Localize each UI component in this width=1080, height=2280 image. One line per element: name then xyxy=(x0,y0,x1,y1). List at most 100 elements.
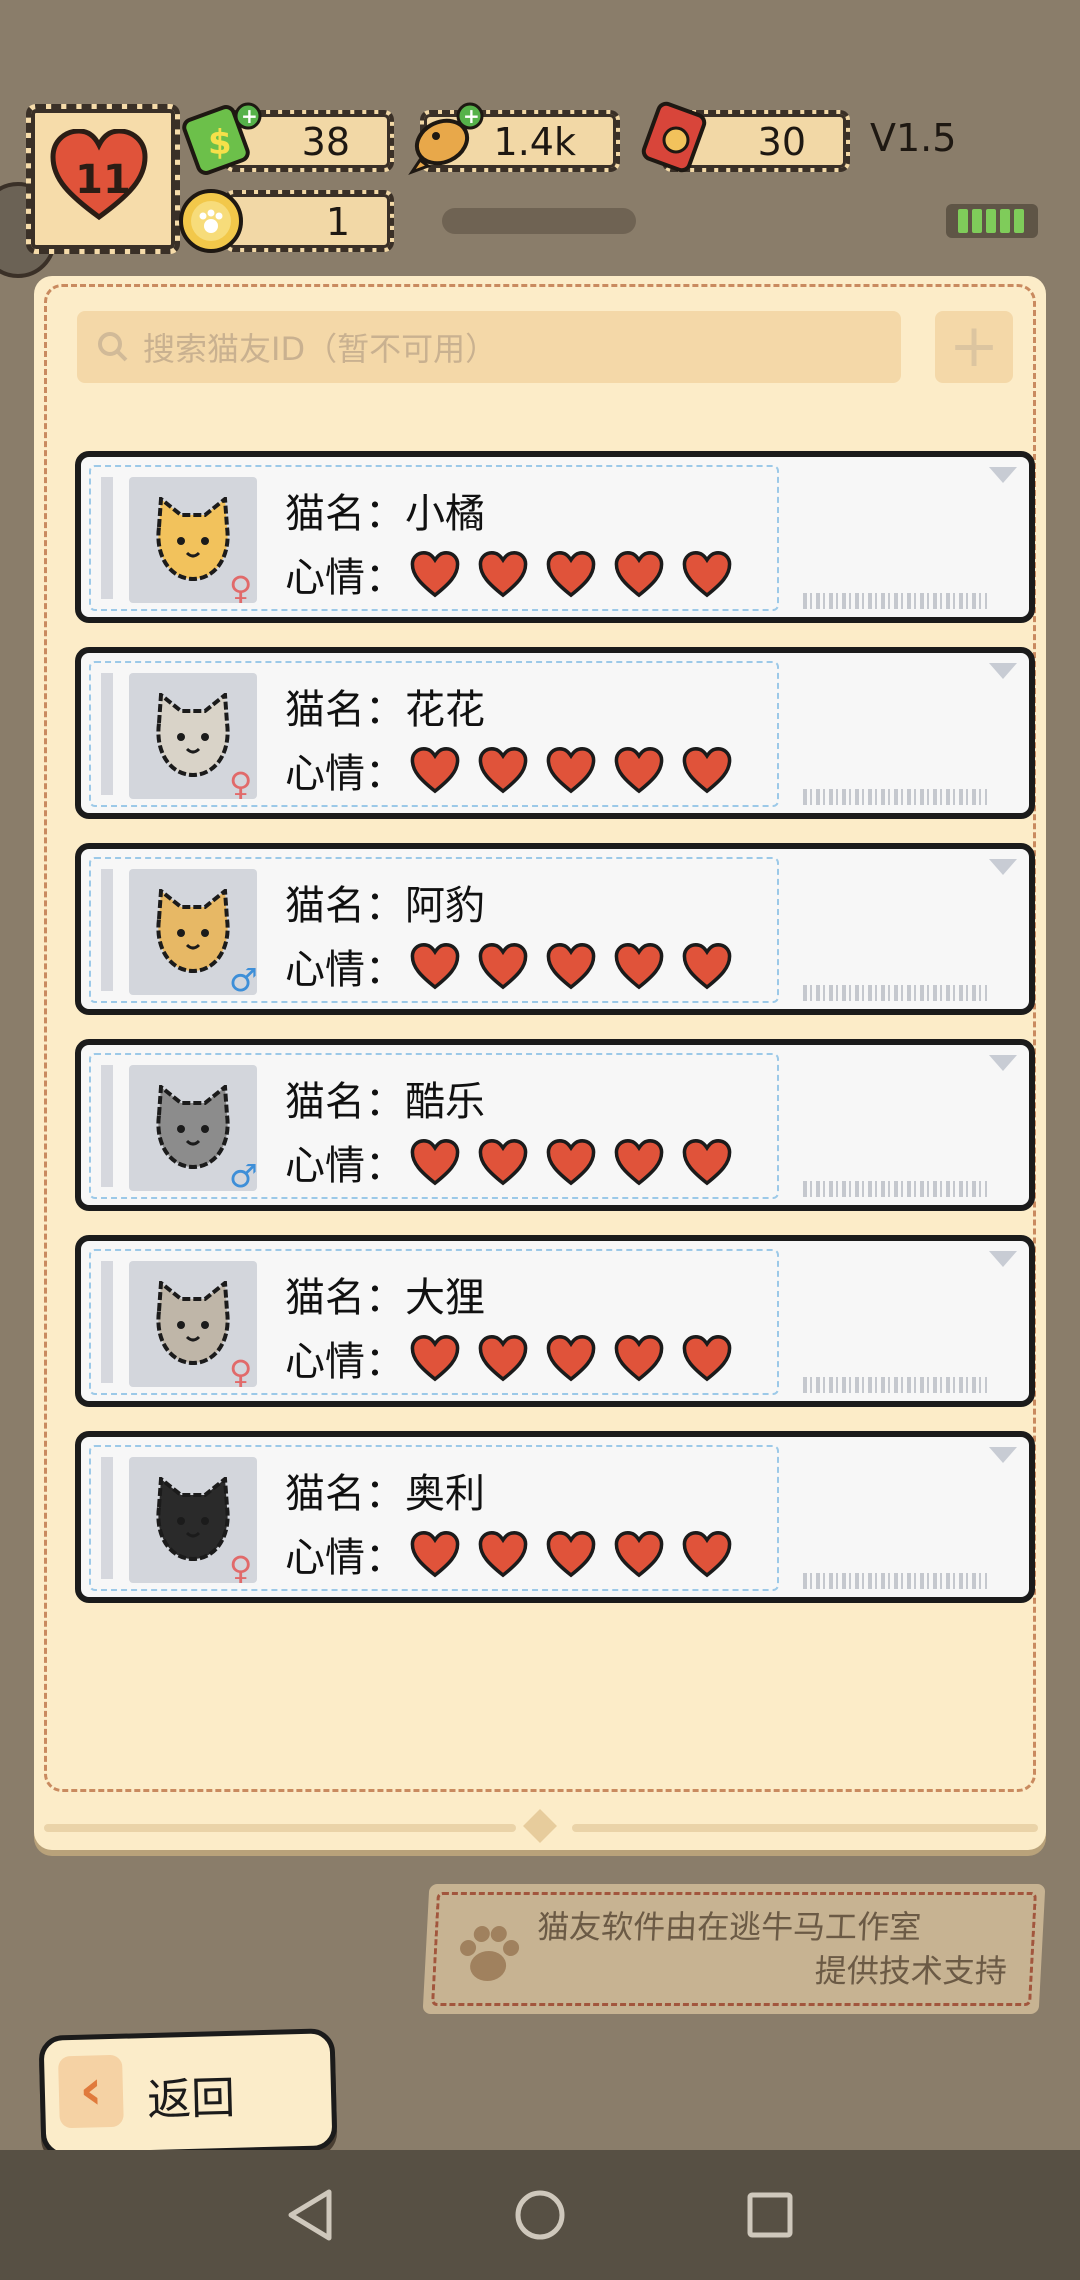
cat-name: 小橘 xyxy=(405,491,485,537)
cat-card[interactable]: ♂ 猫名：阿豹 心情： xyxy=(75,843,1035,1015)
cat-card[interactable]: ♂ 猫名：酷乐 心情： xyxy=(75,1039,1035,1211)
cat-mood-row: 心情： xyxy=(285,545,733,603)
paw-coin-icon xyxy=(179,189,243,253)
cat-name: 阿豹 xyxy=(405,883,485,929)
expand-triangle-icon[interactable] xyxy=(989,1055,1017,1071)
mood-heart-icon xyxy=(614,1139,664,1186)
back-button-label: 返回 xyxy=(146,2072,236,2127)
coin-value: 1 xyxy=(325,200,350,244)
cat-name-row: 猫名：小橘 xyxy=(285,481,485,539)
mood-hearts xyxy=(409,1334,733,1382)
mood-heart-icon xyxy=(478,1531,528,1578)
card-stripe xyxy=(101,1457,113,1579)
page-slider-knob[interactable] xyxy=(523,1809,557,1843)
cat-face-icon xyxy=(156,1477,230,1562)
lives-badge: 11 xyxy=(26,104,180,254)
mood-heart-icon xyxy=(410,551,460,598)
nav-home-icon[interactable] xyxy=(510,2185,570,2245)
female-icon: ♀ xyxy=(229,569,253,607)
mood-hearts xyxy=(409,550,733,598)
cat-card[interactable]: ♀ 猫名：奥利 心情： xyxy=(75,1431,1035,1603)
mood-hearts xyxy=(409,942,733,990)
credit-line-1: 猫友软件由在逃牛马工作室 xyxy=(536,1908,923,1946)
nav-back-icon[interactable] xyxy=(280,2185,340,2245)
cat-food-can-icon[interactable] xyxy=(638,100,714,178)
panel-border: 搜索猫友ID（暂不可用） + ♀ 猫名：小橘 心情： ♀ 猫名：花花 心情： ♂… xyxy=(44,284,1036,1792)
cat-card[interactable]: ♀ 猫名：小橘 心情： xyxy=(75,451,1035,623)
cat-mood-row: 心情： xyxy=(285,1133,733,1191)
barcode-decoration xyxy=(803,985,987,1001)
expand-triangle-icon[interactable] xyxy=(989,663,1017,679)
barcode-decoration xyxy=(803,789,987,805)
cat-mood-label: 心情： xyxy=(285,947,405,993)
cat-name-label: 猫名： xyxy=(285,1079,405,1125)
cat-face-icon xyxy=(156,1085,230,1170)
cat-mood-row: 心情： xyxy=(285,1329,733,1387)
mood-heart-icon xyxy=(410,1139,460,1186)
cat-name: 花花 xyxy=(405,687,485,733)
add-friend-button[interactable]: + xyxy=(935,311,1013,383)
mood-heart-icon xyxy=(410,1531,460,1578)
male-icon: ♂ xyxy=(229,961,258,999)
mood-heart-icon xyxy=(682,1335,732,1382)
card-stripe xyxy=(101,1261,113,1383)
card-stripe xyxy=(101,673,113,795)
mood-heart-icon xyxy=(478,943,528,990)
male-icon: ♂ xyxy=(229,1157,258,1195)
cat-mood-label: 心情： xyxy=(285,1535,405,1581)
cash-icon[interactable]: $ + xyxy=(182,100,266,176)
mood-heart-icon xyxy=(478,747,528,794)
card-stripe xyxy=(101,869,113,991)
mood-heart-icon xyxy=(614,747,664,794)
mood-hearts xyxy=(409,1138,733,1186)
cat-mood-row: 心情： xyxy=(285,937,733,995)
page-slider-left xyxy=(44,1824,516,1832)
cat-name-label: 猫名： xyxy=(285,687,405,733)
mood-heart-icon xyxy=(546,943,596,990)
female-icon: ♀ xyxy=(229,1549,253,1587)
mood-heart-icon xyxy=(546,747,596,794)
cat-mood-row: 心情： xyxy=(285,741,733,799)
cat-card[interactable]: ♀ 猫名：花花 心情： xyxy=(75,647,1035,819)
mood-heart-icon xyxy=(478,551,528,598)
mood-heart-icon xyxy=(614,551,664,598)
cat-name-label: 猫名： xyxy=(285,883,405,929)
cash-value: 38 xyxy=(301,120,350,164)
cat-mood-label: 心情： xyxy=(285,555,405,601)
cat-name-row: 猫名：花花 xyxy=(285,677,485,735)
cat-card[interactable]: ♀ 猫名：大狸 心情： xyxy=(75,1235,1035,1407)
back-chevron-icon: ‹ xyxy=(57,2054,124,2129)
cat-name-row: 猫名：大狸 xyxy=(285,1265,485,1323)
cat-name-label: 猫名： xyxy=(285,491,405,537)
mood-heart-icon xyxy=(614,943,664,990)
cat-face-icon xyxy=(156,889,230,974)
svg-text:+: + xyxy=(241,104,258,128)
expand-triangle-icon[interactable] xyxy=(989,1251,1017,1267)
cat-mood-label: 心情： xyxy=(285,751,405,797)
card-stripe xyxy=(101,477,113,599)
expand-triangle-icon[interactable] xyxy=(989,859,1017,875)
expand-triangle-icon[interactable] xyxy=(989,467,1017,483)
page-slider-right xyxy=(572,1824,1038,1832)
mood-heart-icon xyxy=(614,1531,664,1578)
expand-triangle-icon[interactable] xyxy=(989,1447,1017,1463)
cat-name-row: 猫名：阿豹 xyxy=(285,873,485,931)
card-stripe xyxy=(101,1065,113,1187)
barcode-decoration xyxy=(803,1573,987,1589)
search-input[interactable]: 搜索猫友ID（暂不可用） xyxy=(77,311,901,383)
mood-heart-icon xyxy=(410,943,460,990)
mood-heart-icon xyxy=(682,1531,732,1578)
system-nav-bar xyxy=(0,2150,1080,2280)
svg-text:$: $ xyxy=(208,123,232,163)
mood-heart-icon xyxy=(478,1139,528,1186)
back-button[interactable]: ‹ 返回 xyxy=(38,2028,338,2158)
barcode-decoration xyxy=(803,1181,987,1197)
cat-name: 大狸 xyxy=(405,1275,485,1321)
female-icon: ♀ xyxy=(229,765,253,803)
paw-icon xyxy=(460,1926,520,1981)
fish-snack-icon[interactable]: + xyxy=(406,100,488,176)
mood-heart-icon xyxy=(682,747,732,794)
coin-counter[interactable]: 1 xyxy=(224,190,394,252)
mood-heart-icon xyxy=(410,747,460,794)
nav-recents-icon[interactable] xyxy=(740,2185,800,2245)
